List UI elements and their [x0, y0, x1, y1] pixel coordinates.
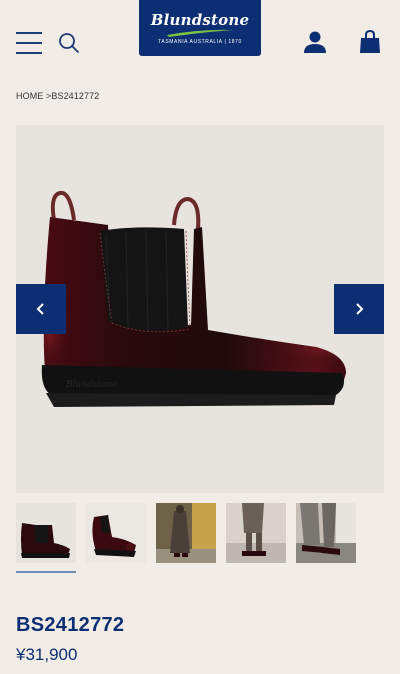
- breadcrumb-current: BS2412772: [51, 91, 100, 101]
- hamburger-menu-icon[interactable]: [16, 32, 42, 54]
- site-header: Blundstone TASMANIA AUSTRALIA | 1870: [0, 0, 400, 72]
- product-price: ¥31,900: [16, 645, 78, 664]
- main-product-image: Blundstone: [41, 190, 346, 407]
- search-icon[interactable]: [58, 32, 80, 54]
- breadcrumb-home-link[interactable]: HOME: [16, 91, 43, 101]
- svg-text:Blundstone: Blundstone: [65, 380, 118, 390]
- brand-logo[interactable]: Blundstone TASMANIA AUSTRALIA | 1870: [139, 0, 261, 56]
- shopping-bag-icon[interactable]: [359, 29, 381, 54]
- logo-wordmark: Blundstone: [150, 10, 250, 29]
- thumbnail-boot-side[interactable]: [16, 503, 76, 563]
- thumbnail-model-shop[interactable]: [156, 503, 216, 563]
- thumbnail-model-steps[interactable]: [226, 503, 286, 563]
- product-image-gallery[interactable]: Blundstone: [16, 125, 384, 493]
- chevron-right-icon: [356, 303, 364, 315]
- thumbnail-boot-angle[interactable]: [86, 503, 146, 563]
- selected-thumbnail-indicator: [16, 571, 76, 573]
- breadcrumb: HOME >BS2412772: [16, 91, 99, 101]
- chevron-left-icon: [36, 303, 44, 315]
- gallery-next-button[interactable]: [334, 284, 384, 334]
- thumbnail-model-feet[interactable]: [296, 503, 356, 563]
- product-title: BS2412772: [16, 614, 125, 636]
- thumbnail-strip: [16, 503, 400, 575]
- account-icon[interactable]: [303, 30, 327, 54]
- gallery-prev-button[interactable]: [16, 284, 66, 334]
- logo-tagline: TASMANIA AUSTRALIA | 1870: [158, 38, 242, 45]
- logo-swoosh: [167, 29, 233, 37]
